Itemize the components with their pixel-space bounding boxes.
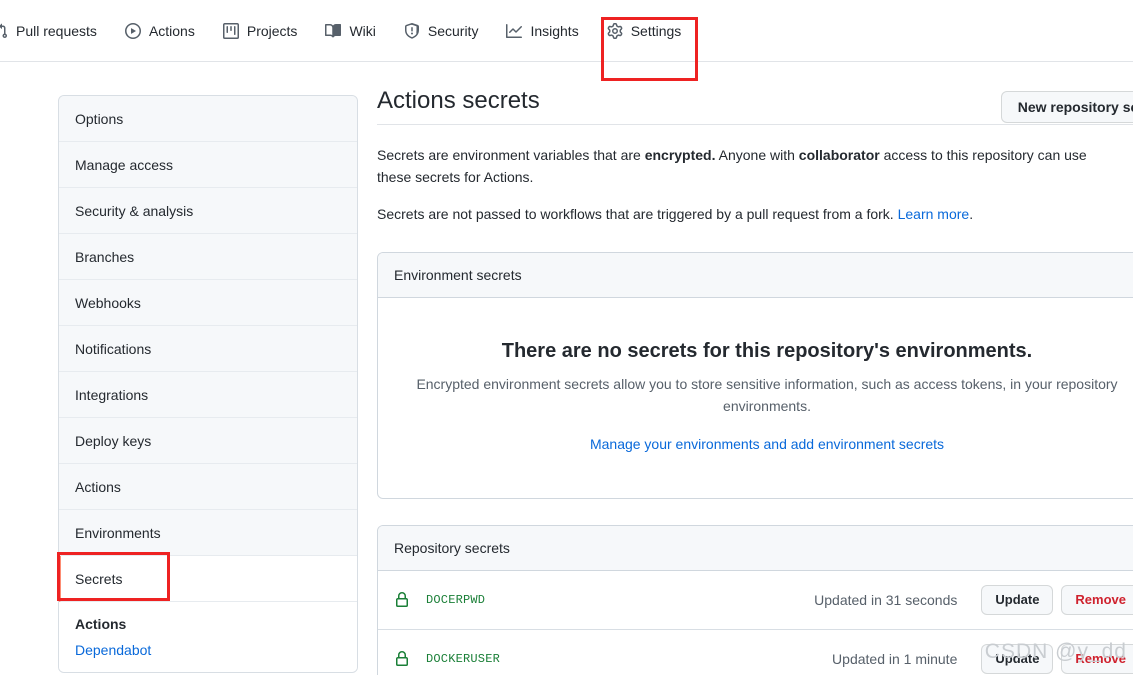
book-icon — [325, 23, 342, 39]
desc1-part1: Secrets are environment variables that a… — [377, 147, 645, 163]
new-repository-secret-button[interactable]: New repository secret — [1000, 91, 1133, 123]
sidebar-item-label: Integrations — [75, 386, 149, 403]
sidebar-item-label: Environments — [75, 524, 161, 541]
secret-updated-timestamp: Updated in 1 minute — [832, 650, 958, 667]
empty-state-title: There are no secrets for this repository… — [501, 340, 1033, 363]
remove-secret-button[interactable]: Remove — [1061, 643, 1133, 674]
repo-nav-item-wiki[interactable]: Wiki — [311, 0, 389, 61]
repo-nav-item-label: Projects — [246, 22, 298, 39]
remove-secret-button[interactable]: Remove — [1061, 584, 1133, 615]
graph-icon — [506, 23, 523, 39]
sidebar-item-manage-access[interactable]: Manage access — [59, 142, 357, 188]
settings-sidebar: Options Manage access Security & analysis B… — [58, 95, 358, 673]
repo-nav-item-pull-requests[interactable]: Pull requests — [0, 0, 111, 61]
play-circle-icon — [124, 22, 141, 39]
repo-nav-item-projects[interactable]: Projects — [209, 0, 312, 61]
sidebar-item-dependabot[interactable]: Dependabot — [75, 642, 341, 658]
sidebar-item-actions[interactable]: Actions — [59, 464, 357, 510]
sidebar-item-label: Webhooks — [75, 294, 141, 311]
update-secret-button[interactable]: Update — [981, 584, 1054, 615]
gear-icon — [607, 22, 623, 39]
main-content: Actions secrets New repository secret Se… — [377, 86, 1133, 675]
repo-navigation-bar: Pull requests Actions Projects Wiki Security… — [0, 0, 1133, 62]
sidebar-item-list: Options Manage access Security & analysis B… — [59, 96, 357, 602]
secret-name[interactable]: DOCERPWD — [426, 593, 485, 607]
sidebar-item-webhooks[interactable]: Webhooks — [59, 280, 357, 326]
sidebar-item-label: Deploy keys — [75, 432, 152, 449]
sidebar-item-label: Notifications — [75, 340, 152, 357]
repo-nav-item-insights[interactable]: Insights — [492, 0, 592, 61]
project-board-icon — [222, 22, 239, 39]
sidebar-secrets-subsection: Actions Dependabot — [59, 602, 357, 672]
sidebar-item-label: Options — [75, 110, 124, 127]
sidebar-subsection-heading-actions: Actions — [75, 616, 127, 632]
main-header: Actions secrets New repository secret — [377, 86, 1133, 125]
sidebar-item-options[interactable]: Options — [59, 96, 357, 142]
sidebar-item-label: Manage access — [75, 156, 174, 173]
secret-row: DOCERPWD Updated in 31 seconds Update Remov… — [378, 571, 1133, 630]
lock-icon — [394, 591, 410, 608]
sidebar-item-security-analysis[interactable]: Security & analysis — [59, 188, 357, 234]
page-title: Actions secrets — [377, 87, 540, 114]
repo-nav-item-label: Security — [427, 22, 479, 39]
git-pull-request-icon — [0, 23, 8, 39]
repository-secrets-list: DOCERPWD Updated in 31 seconds Update Remov… — [378, 571, 1133, 675]
desc1-bold-encrypted: encrypted. — [644, 147, 716, 163]
repo-nav-item-settings[interactable]: Settings — [593, 0, 696, 61]
shield-icon — [404, 22, 420, 39]
learn-more-link[interactable]: Learn more — [898, 206, 970, 222]
app-root: Pull requests Actions Projects Wiki Security… — [0, 0, 1133, 675]
desc1-bold-collaborator: collaborator — [798, 147, 880, 163]
lock-icon — [394, 650, 410, 667]
repo-nav-item-label: Pull requests — [16, 22, 97, 39]
sidebar-item-deploy-keys[interactable]: Deploy keys — [59, 418, 357, 464]
empty-state-subtitle: Encrypted environment secrets allow you … — [416, 376, 1118, 415]
sidebar-item-notifications[interactable]: Notifications — [59, 326, 357, 372]
secret-updated-timestamp: Updated in 31 seconds — [814, 591, 958, 608]
repo-nav-items: Pull requests Actions Projects Wiki Security… — [0, 0, 1133, 61]
secret-name[interactable]: DOCKERUSER — [426, 652, 500, 666]
secrets-description-paragraph-2: Secrets are not passed to workflows that… — [377, 204, 1117, 226]
repo-nav-item-label: Actions — [148, 22, 195, 39]
sidebar-item-label: Actions — [75, 478, 121, 495]
repo-nav-item-label: Insights — [530, 22, 579, 39]
desc2-part2: . — [969, 206, 974, 223]
repo-nav-item-actions[interactable]: Actions — [111, 0, 209, 61]
update-secret-button[interactable]: Update — [981, 643, 1054, 674]
sidebar-item-label: Branches — [75, 248, 135, 265]
sidebar-item-secrets[interactable]: Secrets — [59, 556, 357, 602]
repository-secrets-box: Repository secrets DOCERPWD Updated in 31… — [377, 524, 1133, 675]
page-body: Options Manage access Security & analysis B… — [0, 62, 1133, 675]
repository-secrets-header: Repository secrets — [378, 525, 1133, 571]
sidebar-item-branches[interactable]: Branches — [59, 234, 357, 280]
sidebar-item-label: Security & analysis — [75, 202, 194, 219]
repo-nav-item-label: Wiki — [349, 22, 376, 39]
sidebar-item-environments[interactable]: Environments — [59, 510, 357, 556]
sidebar-item-integrations[interactable]: Integrations — [59, 372, 357, 418]
manage-environments-link[interactable]: Manage your environments and add environ… — [590, 436, 944, 452]
desc2-part1: Secrets are not passed to workflows that… — [377, 206, 898, 223]
desc1-part2: Anyone with — [715, 147, 799, 163]
environment-secrets-empty-state: There are no secrets for this repository… — [378, 298, 1133, 498]
repo-nav-item-security[interactable]: Security — [390, 0, 493, 61]
secrets-description-paragraph-1: Secrets are environment variables that a… — [377, 145, 1117, 188]
environment-secrets-header: Environment secrets — [378, 253, 1133, 299]
sidebar-item-label: Secrets — [75, 570, 123, 587]
environment-secrets-box: Environment secrets There are no secrets… — [377, 252, 1133, 499]
secret-row: DOCKERUSER Updated in 1 minute Update Remov… — [378, 630, 1133, 675]
repo-nav-item-label: Settings — [630, 22, 682, 39]
